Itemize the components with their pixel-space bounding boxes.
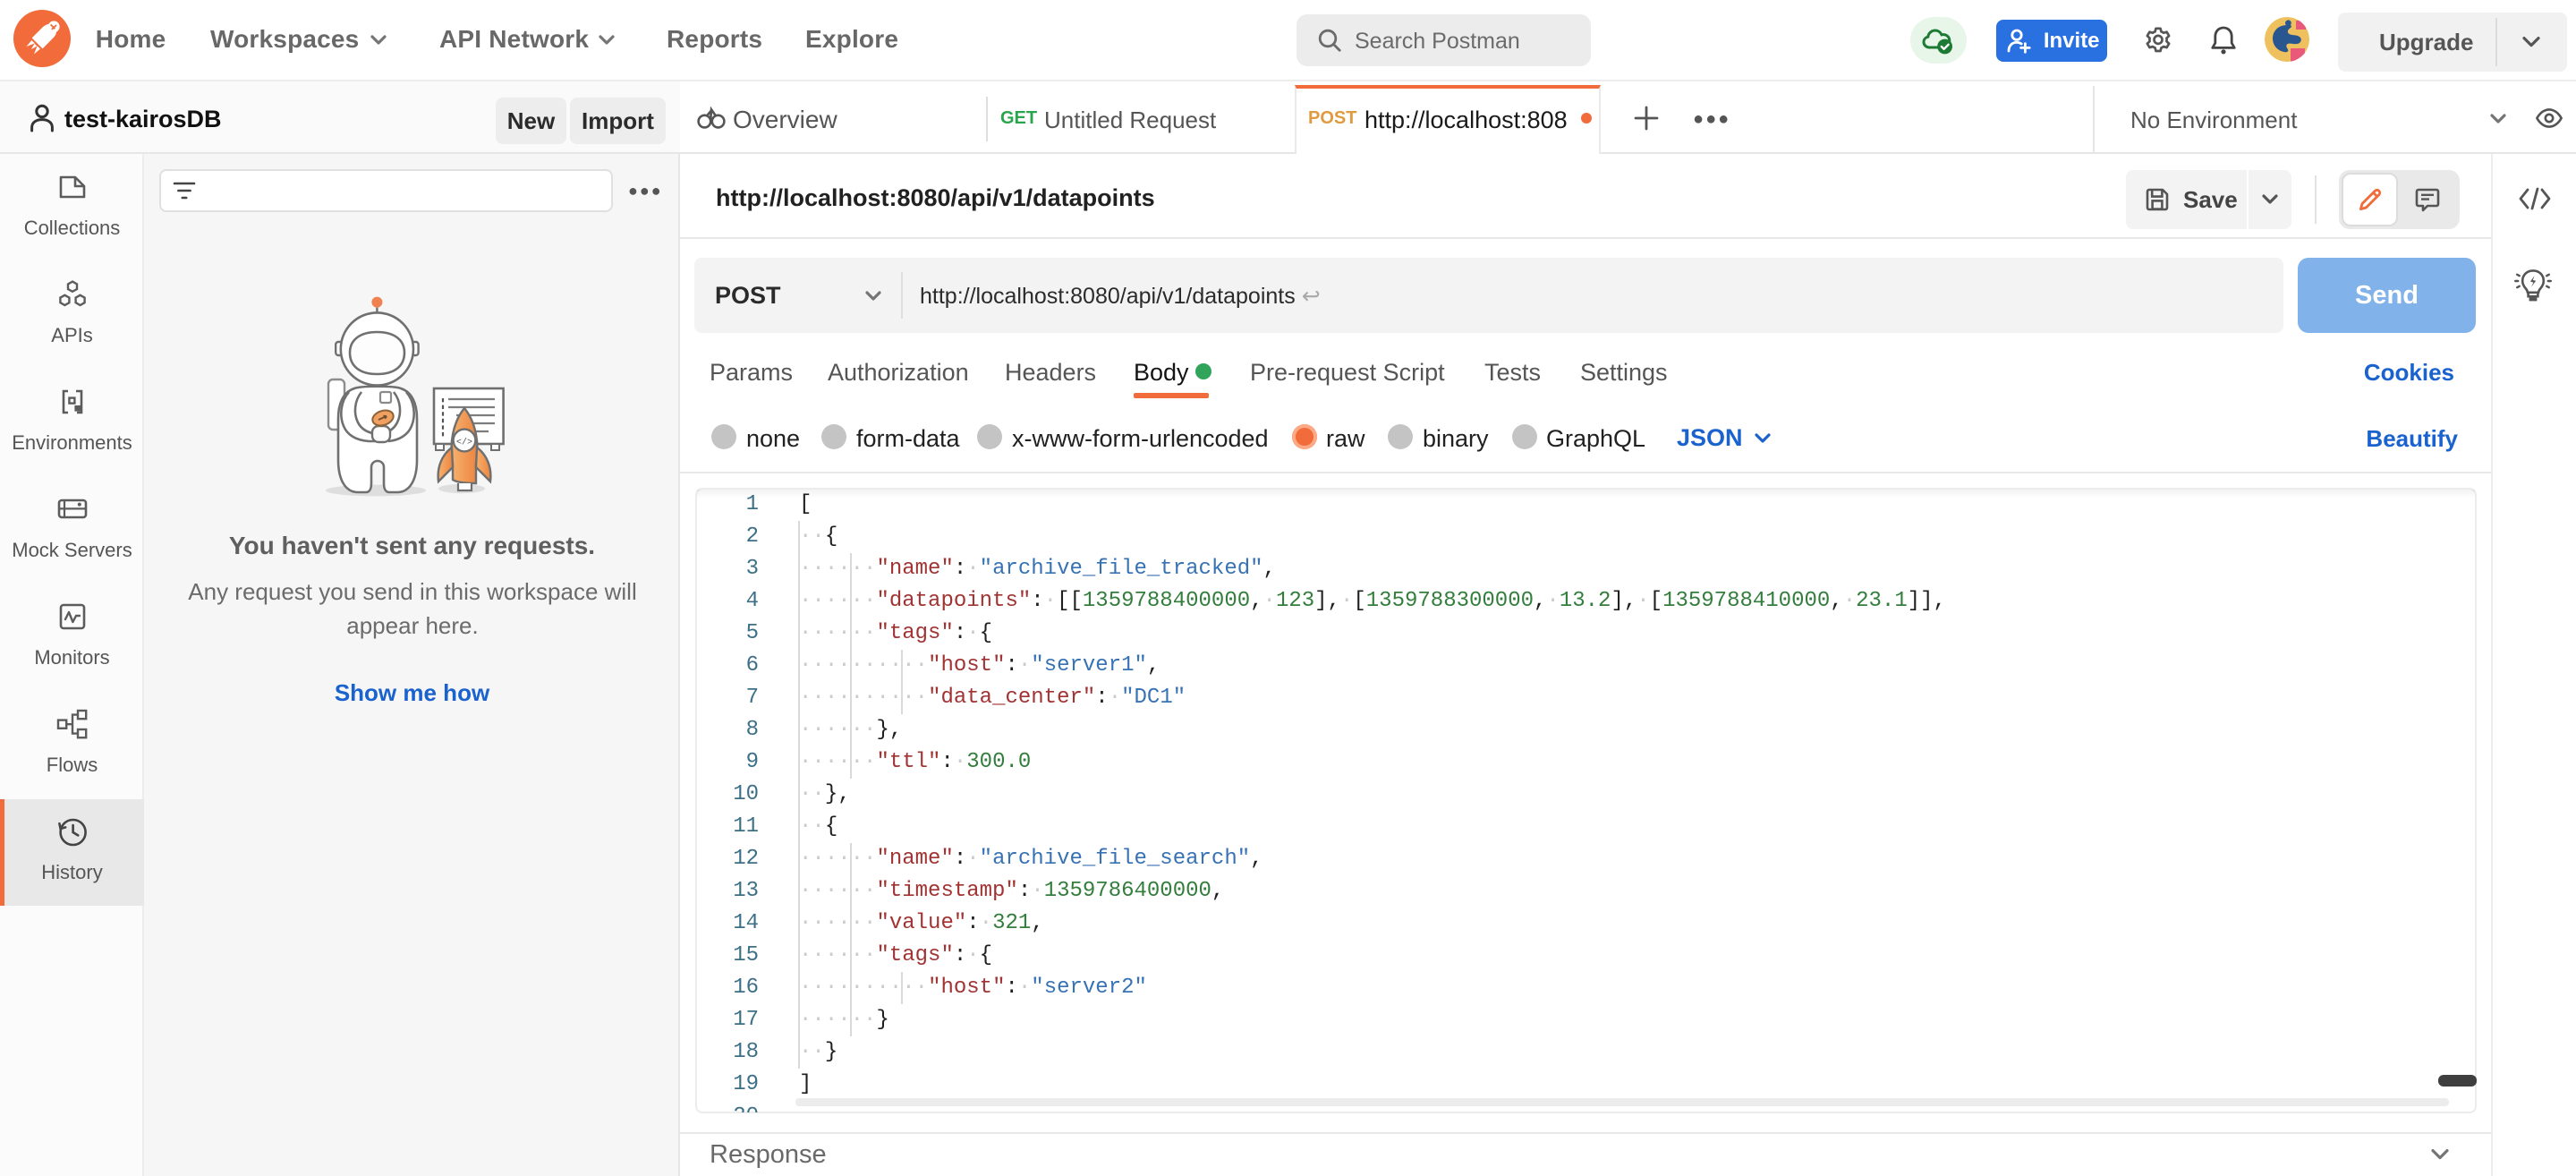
svg-text:</>: </> [456, 437, 472, 447]
